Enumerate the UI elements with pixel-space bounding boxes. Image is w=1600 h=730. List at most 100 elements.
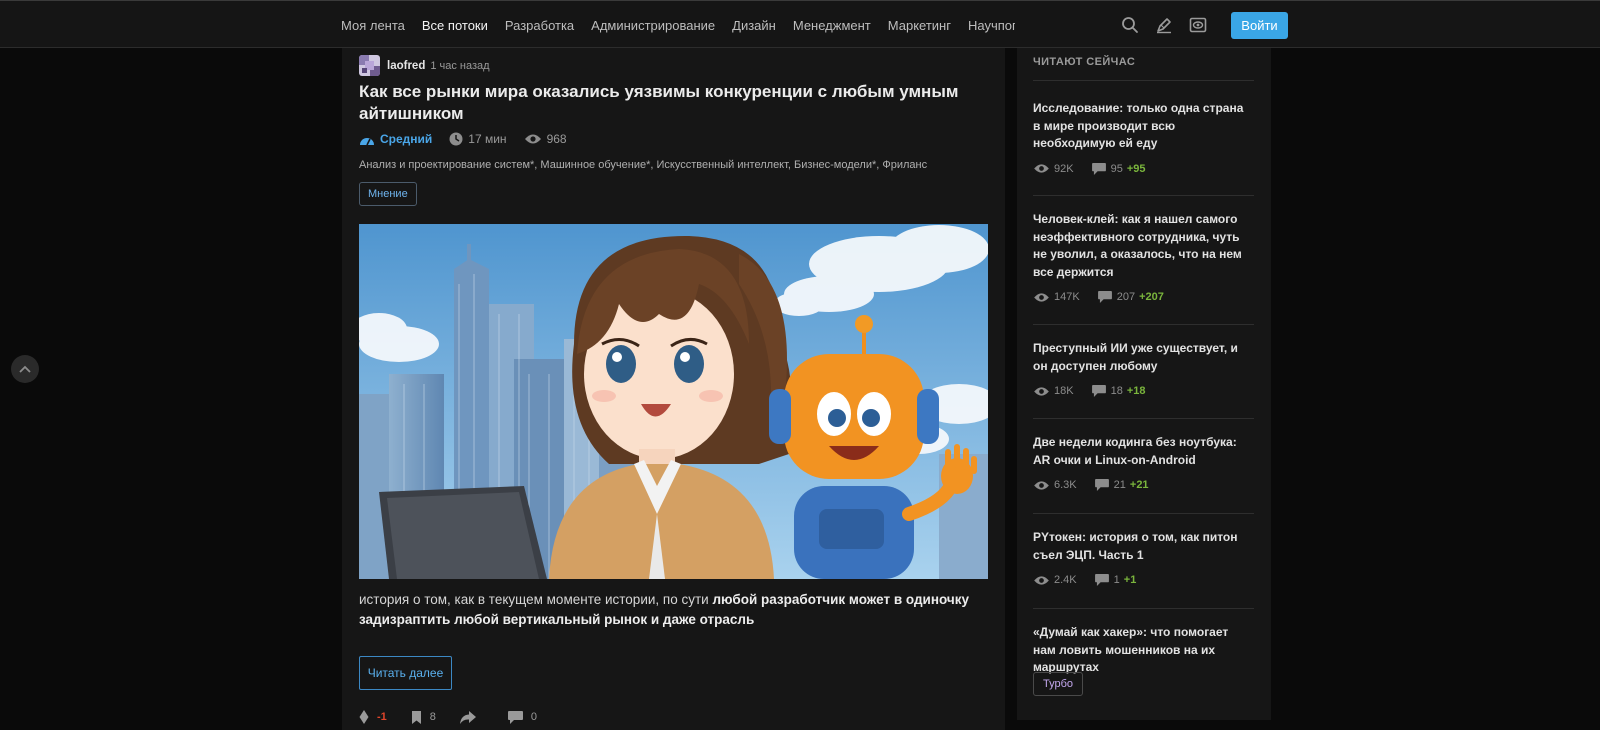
nav-item-design[interactable]: Дизайн	[732, 18, 776, 33]
reading-time-label: 17 мин	[468, 132, 507, 146]
write-article-icon[interactable]	[1147, 8, 1181, 42]
views-count: 6.3K	[1033, 479, 1077, 491]
share-icon	[459, 710, 476, 724]
comments-button[interactable]: 0	[507, 710, 538, 724]
header-tools: Войти	[1113, 1, 1288, 49]
post-stats: 147K 207 +207	[1033, 291, 1254, 303]
post-stats: 92K 95 +95	[1033, 162, 1254, 175]
comment-icon	[507, 710, 523, 724]
views-label: 6.3K	[1054, 479, 1077, 491]
views-count: 18K	[1033, 385, 1074, 397]
views-label: 968	[546, 132, 567, 146]
search-icon[interactable]	[1113, 8, 1147, 42]
clock-icon	[449, 132, 463, 146]
views-count: 92K	[1033, 163, 1074, 175]
comments-count: 1	[1113, 574, 1120, 586]
divider	[1033, 80, 1254, 81]
comments-link[interactable]: 21 +21	[1094, 479, 1149, 491]
read-more-button[interactable]: Читать далее	[359, 656, 452, 690]
new-comments-count: +95	[1126, 162, 1146, 175]
new-comments-count: +21	[1129, 479, 1149, 491]
avatar[interactable]	[359, 55, 380, 76]
comments-count: 207	[1116, 291, 1136, 303]
post-title-link[interactable]: «Думай как хакер»: что помогает нам лови…	[1033, 624, 1254, 677]
top-navbar: Моя лента Все потоки Разработка Админист…	[0, 0, 1600, 48]
comments-link[interactable]: 1 +1	[1094, 574, 1137, 586]
divider	[1033, 324, 1254, 325]
share-button[interactable]	[459, 710, 484, 724]
eye-icon	[1034, 575, 1049, 585]
comments-link[interactable]: 207 +207	[1097, 291, 1164, 303]
scroll-to-top-button[interactable]	[11, 355, 39, 383]
nav-item-popular-science[interactable]: Научпоп	[968, 18, 1015, 33]
views-count: 968	[524, 132, 567, 146]
nav-item-all-streams[interactable]: Все потоки	[422, 18, 488, 33]
list-item: Преступный ИИ уже существует, и он досту…	[1033, 340, 1254, 397]
list-item: Две недели кодинга без ноутбука: AR очки…	[1033, 434, 1254, 491]
divider	[1033, 513, 1254, 514]
comment-icon	[1094, 574, 1109, 586]
turbo-badge[interactable]: Турбо	[1033, 672, 1084, 696]
login-button[interactable]: Войти	[1231, 11, 1288, 39]
eye-icon	[1034, 164, 1049, 173]
divider	[1033, 195, 1254, 196]
article-footer: -1 8 0	[359, 710, 561, 724]
appearance-settings-icon[interactable]	[1181, 8, 1215, 42]
reading-now-sidebar: ЧИТАЮТ СЕЙЧАС Исследование: только одна …	[1017, 48, 1271, 720]
post-title-link[interactable]: Две недели кодинга без ноутбука: AR очки…	[1033, 434, 1254, 469]
rating[interactable]: -1	[359, 710, 387, 724]
article-card: laofred 1 час назад Как все рынки мира о…	[342, 48, 1005, 730]
comments-count: 21	[1113, 479, 1126, 491]
article-excerpt: история о том, как в текущем моменте ист…	[359, 590, 979, 630]
post-title-link[interactable]: Человек-клей: как я нашел самого неэффек…	[1033, 211, 1254, 281]
comment-icon	[1097, 291, 1112, 303]
eye-icon	[1034, 292, 1049, 302]
new-comments-count: +1	[1123, 574, 1137, 586]
difficulty-icon	[360, 138, 374, 146]
tag-opinion[interactable]: Мнение	[359, 182, 417, 206]
article-title[interactable]: Как все рынки мира оказались уязвимы кон…	[359, 81, 959, 125]
views-label: 147K	[1054, 291, 1080, 303]
views-label: 2.4K	[1054, 574, 1077, 586]
comments-link[interactable]: 18 +18	[1091, 385, 1146, 397]
article-hubs[interactable]: Анализ и проектирование систем*, Машинно…	[359, 159, 979, 171]
nav-item-management[interactable]: Менеджмент	[793, 18, 871, 33]
publish-time: 1 час назад	[430, 59, 490, 72]
rating-value: -1	[377, 711, 387, 723]
comment-icon	[1094, 479, 1109, 491]
reading-time: 17 мин	[449, 132, 507, 146]
eye-icon	[1034, 386, 1049, 396]
views-count: 147K	[1033, 291, 1080, 303]
hubs-list[interactable]: Анализ и проектирование систем*, Машинно…	[359, 159, 927, 171]
comments-link[interactable]: 95 +95	[1091, 162, 1146, 175]
chevron-up-icon	[19, 365, 31, 373]
eye-icon	[1034, 480, 1049, 490]
nav-item-marketing[interactable]: Маркетинг	[888, 18, 951, 33]
views-label: 92K	[1054, 162, 1074, 175]
post-stats: 2.4K 1 +1	[1033, 574, 1254, 586]
author-name[interactable]: laofred	[387, 60, 425, 72]
post-title-link[interactable]: Исследование: только одна страна в мире …	[1033, 100, 1254, 153]
new-comments-count: +18	[1126, 385, 1146, 397]
nav-item-administration[interactable]: Администрирование	[591, 18, 715, 33]
article-stats: Средний 17 мин 968	[359, 132, 584, 146]
article-cover-image[interactable]	[359, 224, 988, 579]
excerpt-text: история о том, как в текущем моменте ист…	[359, 592, 713, 607]
comment-count: 0	[530, 711, 538, 723]
list-item: PYтокен: история о том, как питон съел Э…	[1033, 529, 1254, 586]
list-item: Исследование: только одна страна в мире …	[1033, 100, 1254, 175]
views-count: 2.4K	[1033, 574, 1077, 586]
rating-icon	[359, 710, 369, 724]
divider	[1033, 418, 1254, 419]
nav-item-development[interactable]: Разработка	[505, 18, 574, 33]
difficulty-level: Средний	[359, 132, 432, 146]
bookmark-button[interactable]: 8	[411, 710, 436, 724]
post-title-link[interactable]: PYтокен: история о том, как питон съел Э…	[1033, 529, 1254, 564]
nav-item-my-feed[interactable]: Моя лента	[341, 18, 405, 33]
post-title-link[interactable]: Преступный ИИ уже существует, и он досту…	[1033, 340, 1254, 375]
comments-count: 18	[1110, 385, 1123, 397]
sidebar-heading: ЧИТАЮТ СЕЙЧАС	[1033, 56, 1136, 68]
main-nav: Моя лента Все потоки Разработка Админист…	[341, 1, 1015, 49]
list-item: Человек-клей: как я нашел самого неэффек…	[1033, 211, 1254, 303]
comment-icon	[1091, 385, 1106, 397]
